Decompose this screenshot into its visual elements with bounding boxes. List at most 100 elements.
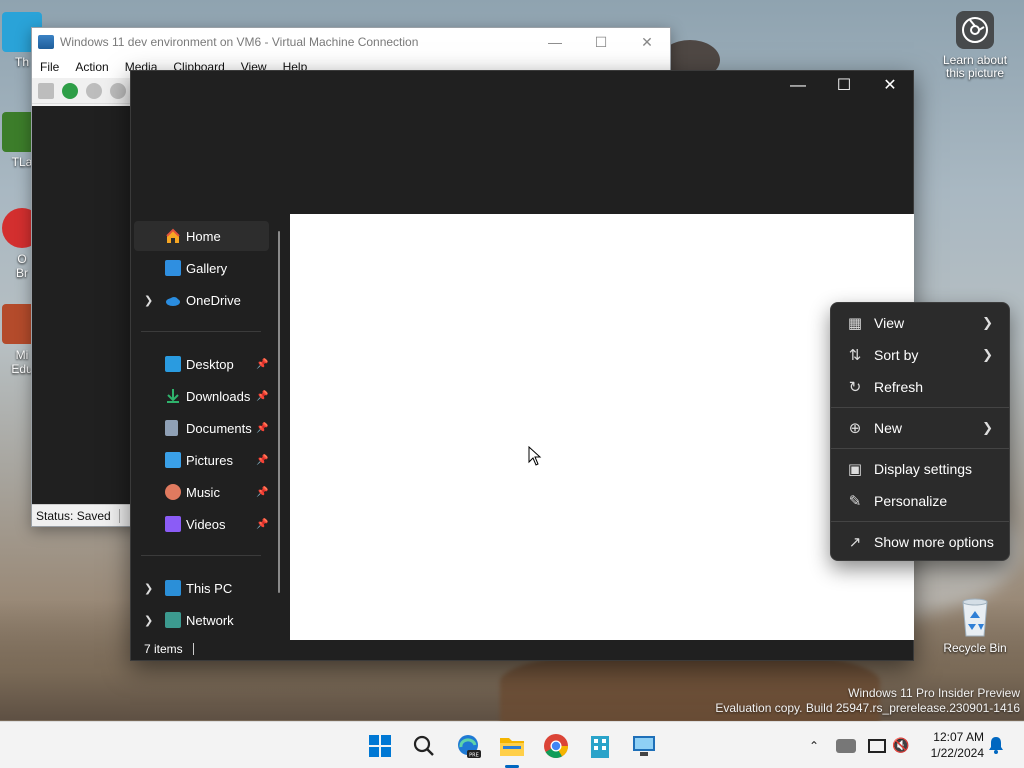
nav-item-videos[interactable]: Videos 📌 xyxy=(134,509,269,539)
nav-divider xyxy=(141,331,261,332)
taskbar-file-explorer[interactable] xyxy=(496,730,528,768)
taskbar-edge-preview[interactable]: PRE xyxy=(452,730,484,762)
pin-icon[interactable]: 📌 xyxy=(256,455,268,466)
clock[interactable]: 12:07 AM 1/22/2024 xyxy=(924,729,984,761)
nav-label: This PC xyxy=(186,580,233,596)
explorer-minimize-button[interactable]: — xyxy=(775,71,821,101)
nav-item-pictures[interactable]: Pictures 📌 xyxy=(134,445,269,475)
nav-divider xyxy=(141,555,261,556)
folder-icon xyxy=(500,738,524,756)
ctrl-alt-del-icon[interactable] xyxy=(38,82,54,99)
menu-item-display-settings[interactable]: ▣ Display settings xyxy=(835,454,1007,484)
explorer-caption-buttons: — ☐ ✕ xyxy=(775,71,913,101)
nav-label: Documents xyxy=(186,420,252,436)
file-explorer-window: — ☐ ✕ Home Gallery ❯ OneDrive Desktop 📌 xyxy=(130,70,914,661)
vm-maximize-button[interactable]: ☐ xyxy=(578,34,624,51)
desktop-icon-label: O xyxy=(17,252,27,266)
refresh-icon: ↻ xyxy=(848,379,862,396)
notification-bell-icon[interactable] xyxy=(988,736,1004,754)
download-icon xyxy=(165,388,181,404)
speaker-muted-icon[interactable]: 🔇 xyxy=(892,737,909,754)
menu-divider xyxy=(831,448,1009,449)
svg-text:PRE: PRE xyxy=(469,753,479,759)
nav-label: Videos xyxy=(186,516,226,532)
menu-item-sort-by[interactable]: ⇅ Sort by ❯ xyxy=(835,340,1007,370)
desktop-icon-label: Mi xyxy=(15,348,29,362)
nav-item-music[interactable]: Music 📌 xyxy=(134,477,269,507)
pause-icon[interactable] xyxy=(110,82,126,99)
music-icon xyxy=(165,484,181,500)
nav-item-documents[interactable]: Documents 📌 xyxy=(134,413,269,443)
vm-minimize-button[interactable]: — xyxy=(532,34,578,51)
menu-item-label: New xyxy=(874,420,903,436)
menu-divider xyxy=(831,521,1009,522)
gallery-icon xyxy=(165,260,181,276)
chevron-right-icon[interactable]: ❯ xyxy=(144,582,153,595)
video-icon xyxy=(165,516,181,532)
file-content-area[interactable] xyxy=(290,214,914,640)
menu-item-view[interactable]: ▦ View ❯ xyxy=(835,308,1007,338)
start-button[interactable] xyxy=(364,730,396,762)
onedrive-sync-icon[interactable] xyxy=(836,738,856,753)
recycle-bin-label: Recycle Bin xyxy=(943,641,1007,655)
nav-scrollbar[interactable] xyxy=(278,231,280,593)
open-external-icon: ↗ xyxy=(848,534,862,551)
nav-label: Pictures xyxy=(186,452,233,468)
taskbar-search-button[interactable] xyxy=(408,730,440,762)
recycle-bin-icon-tile[interactable]: Recycle Bin xyxy=(940,596,1010,655)
network-monitor-icon[interactable] xyxy=(868,738,886,753)
nav-item-desktop[interactable]: Desktop 📌 xyxy=(134,349,269,379)
nav-item-this-pc[interactable]: ❯ This PC xyxy=(134,573,269,603)
explorer-maximize-button[interactable]: ☐ xyxy=(821,71,867,101)
vm-window-title: Windows 11 dev environment on VM6 - Virt… xyxy=(60,35,419,49)
pin-icon[interactable]: 📌 xyxy=(256,423,268,434)
chevron-right-icon: ❯ xyxy=(982,347,993,362)
pen-icon: ✎ xyxy=(848,493,862,510)
pictures-icon xyxy=(165,452,181,468)
taskbar-chrome[interactable] xyxy=(540,730,572,762)
menu-divider xyxy=(831,407,1009,408)
chevron-up-icon[interactable]: ⌃ xyxy=(806,739,822,753)
pin-icon[interactable]: 📌 xyxy=(256,391,268,402)
menu-item-label: Display settings xyxy=(874,461,973,477)
pin-icon[interactable]: 📌 xyxy=(256,519,268,530)
learn-about-picture-icon-tile[interactable]: Learn about this picture xyxy=(938,10,1012,80)
document-icon xyxy=(165,420,178,436)
chevron-right-icon[interactable]: ❯ xyxy=(144,294,153,307)
nav-label: Downloads xyxy=(186,388,251,404)
menu-item-label: Show more options xyxy=(874,534,994,550)
pin-icon[interactable]: 📌 xyxy=(256,487,268,498)
nav-item-onedrive[interactable]: ❯ OneDrive xyxy=(134,285,269,315)
nav-item-downloads[interactable]: Downloads 📌 xyxy=(134,381,269,411)
nav-item-home[interactable]: Home xyxy=(134,221,269,251)
menu-item-personalize[interactable]: ✎ Personalize xyxy=(835,486,1007,516)
building-icon xyxy=(591,736,609,758)
system-tray: ⌃ 🔇 xyxy=(806,722,909,768)
menu-item-refresh[interactable]: ↻ Refresh xyxy=(835,372,1007,402)
vm-status-text: Status: Saved xyxy=(36,508,111,523)
chevron-right-icon[interactable]: ❯ xyxy=(144,614,153,627)
vm-menu-file[interactable]: File xyxy=(32,60,67,74)
desktop-icon-label: Th xyxy=(14,55,29,69)
nav-item-gallery[interactable]: Gallery xyxy=(134,253,269,283)
plus-circle-icon: ⊕ xyxy=(848,420,862,437)
edge-preview-icon: PRE xyxy=(458,735,481,759)
mouse-cursor-icon xyxy=(528,446,542,466)
vm-close-button[interactable]: ✕ xyxy=(624,34,670,51)
taskbar-app-building[interactable] xyxy=(584,730,616,762)
vm-titlebar[interactable]: Windows 11 dev environment on VM6 - Virt… xyxy=(32,28,670,56)
menu-item-new[interactable]: ⊕ New ❯ xyxy=(835,413,1007,443)
taskbar-vm-connection[interactable] xyxy=(628,730,660,762)
pin-icon[interactable]: 📌 xyxy=(256,359,268,370)
menu-item-label: Refresh xyxy=(874,379,924,395)
power-icon[interactable] xyxy=(62,82,78,99)
taskbar: PRE ⌃ 🔇 12:07 AM 1/22/2024 xyxy=(0,721,1024,768)
explorer-close-button[interactable]: ✕ xyxy=(867,71,913,101)
stop-icon[interactable] xyxy=(86,82,102,99)
nav-label: Gallery xyxy=(186,260,228,276)
explorer-statusbar: 7 items xyxy=(131,638,913,660)
nav-item-network[interactable]: ❯ Network xyxy=(134,605,269,635)
vm-menu-action[interactable]: Action xyxy=(67,60,116,74)
menu-item-show-more-options[interactable]: ↗ Show more options xyxy=(835,527,1007,557)
desktop-icon-label: Br xyxy=(16,266,28,280)
